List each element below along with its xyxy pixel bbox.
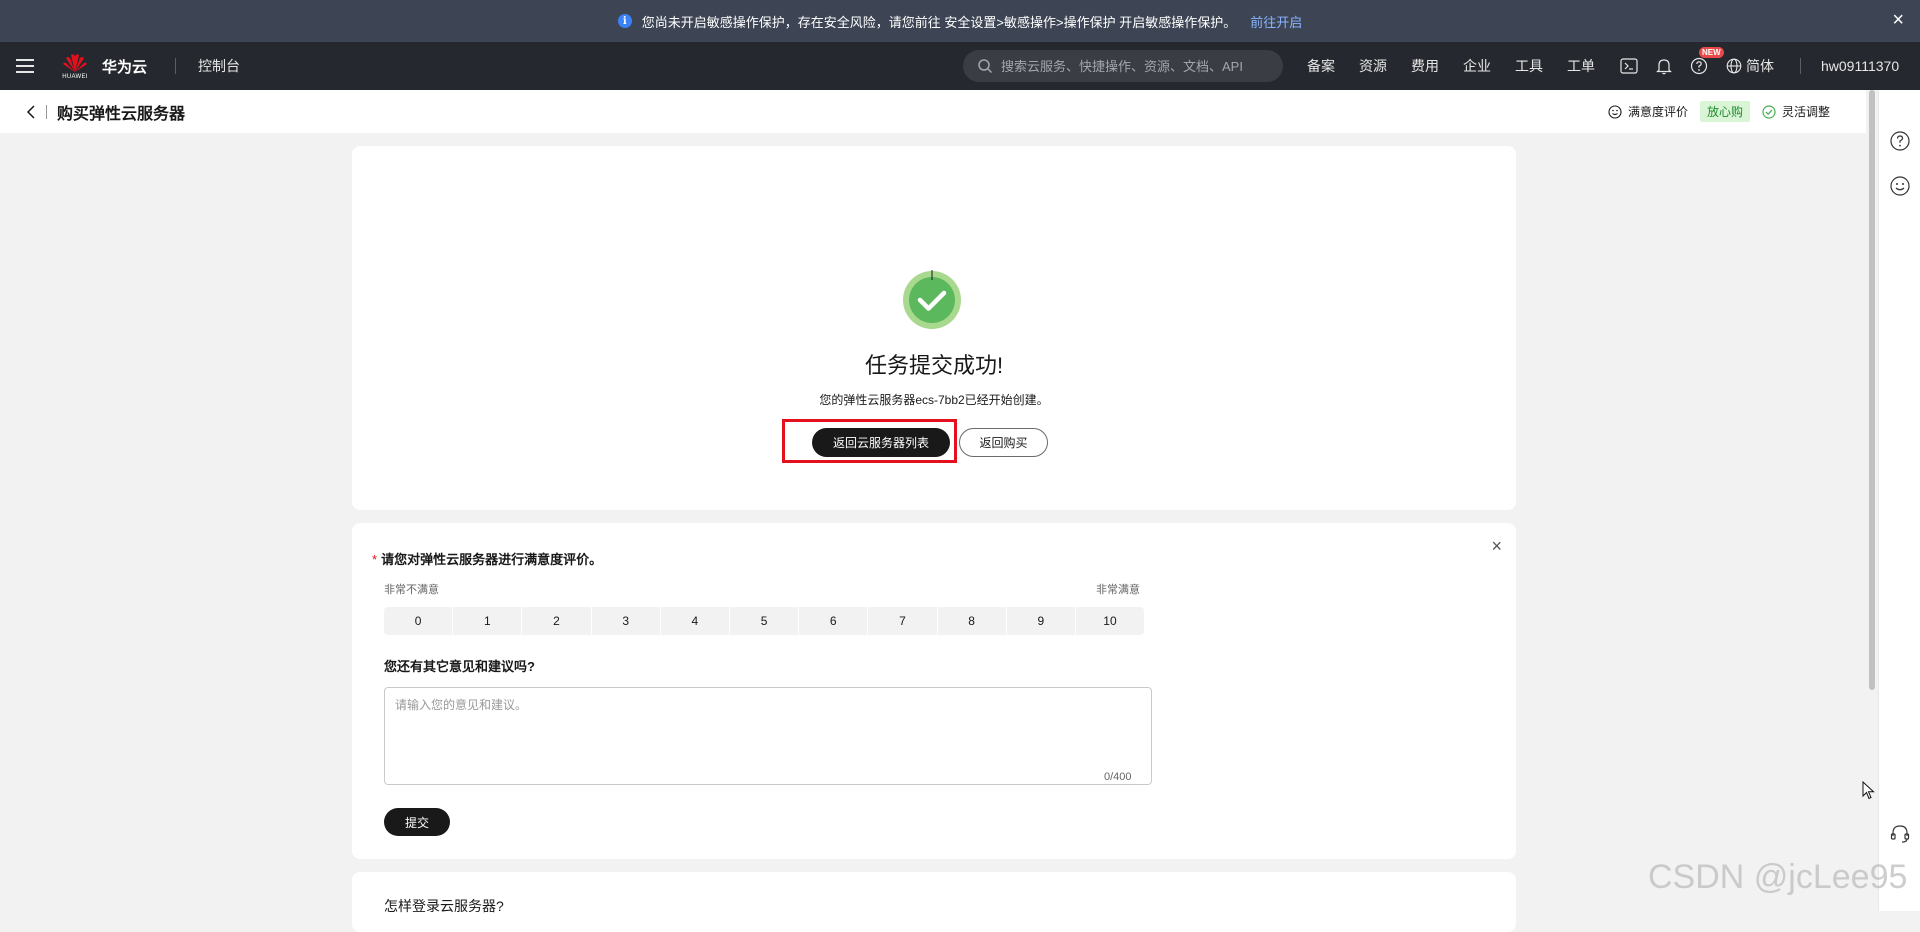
rating-option[interactable]: 1 xyxy=(453,607,522,635)
login-help-card: 怎样登录云服务器? xyxy=(352,872,1516,932)
success-check-icon xyxy=(903,270,961,329)
menu-icon[interactable] xyxy=(16,55,34,77)
success-description: 您的弹性云服务器ecs-7bb2已经开始创建。 xyxy=(819,393,1049,407)
huawei-flower-icon xyxy=(63,53,87,72)
logo-text: HUAWEI xyxy=(62,73,88,80)
required-mark: * xyxy=(372,552,378,567)
language-switch[interactable]: 简体 xyxy=(1726,56,1774,76)
search-icon xyxy=(978,59,993,74)
success-card: 任务提交成功! 您的弹性云服务器ecs-7bb2已经开始创建。 返回云服务器列表… xyxy=(352,146,1516,510)
top-navigation: HUAWEI 华为云 控制台 备案 资源 费用 企业 工具 工单 NEW 简体 xyxy=(0,42,1920,90)
nav-item-beian[interactable]: 备案 xyxy=(1307,56,1335,76)
nav-divider xyxy=(175,58,177,74)
smiley-icon xyxy=(1608,104,1622,119)
satisfaction-survey-card: × * 请您对弹性云服务器进行满意度评价。 非常不满意 非常满意 0 1 2 3 … xyxy=(352,523,1516,859)
success-title: 任务提交成功! xyxy=(864,353,1004,378)
rating-question: * 请您对弹性云服务器进行满意度评价。 xyxy=(372,549,602,568)
search-input[interactable] xyxy=(999,57,1283,75)
brand-name[interactable]: 华为云 xyxy=(102,56,147,77)
rating-option[interactable]: 6 xyxy=(799,607,868,635)
nav-item-billing[interactable]: 费用 xyxy=(1411,56,1439,76)
scale-high-label: 非常满意 xyxy=(1096,584,1140,596)
huawei-logo[interactable]: HUAWEI xyxy=(62,53,88,80)
page-header: 购买弹性云服务器 满意度评价 放心购 灵活调整 xyxy=(0,90,1866,133)
chevron-left-icon xyxy=(26,104,35,119)
char-counter: 0/400 xyxy=(1104,771,1132,783)
rating-option[interactable]: 4 xyxy=(660,607,729,635)
rating-question-text: 请您对弹性云服务器进行满意度评价。 xyxy=(381,552,603,567)
feedback-smiley-icon[interactable] xyxy=(1889,175,1911,202)
login-help-title[interactable]: 怎样登录云服务器? xyxy=(384,896,504,916)
rating-option[interactable]: 5 xyxy=(729,607,799,635)
feedback-question: 您还有其它意见和建议吗? xyxy=(384,659,535,674)
info-icon: i xyxy=(617,14,632,28)
user-account[interactable]: hw09111370 xyxy=(1821,58,1899,74)
globe-icon xyxy=(1726,58,1742,74)
mouse-cursor-icon xyxy=(1862,781,1875,800)
header-divider xyxy=(46,104,47,119)
console-link[interactable]: 控制台 xyxy=(198,56,240,76)
language-label: 简体 xyxy=(1746,58,1774,74)
nav-divider xyxy=(1800,58,1801,74)
back-to-server-list-button[interactable]: 返回云服务器列表 xyxy=(812,428,950,457)
help-icon[interactable]: NEW xyxy=(1690,47,1724,75)
header-actions: 满意度评价 放心购 灵活调整 xyxy=(1596,90,1830,133)
feedback-textarea[interactable] xyxy=(384,687,1152,785)
notice-text: 您尚未开启敏感操作保护，存在安全风险，请您前往 安全设置>敏感操作>操作保护 开… xyxy=(641,14,1237,30)
nav-item-tickets[interactable]: 工单 xyxy=(1567,56,1595,76)
watermark: CSDN @jcLee95 xyxy=(1648,858,1908,896)
submit-button[interactable]: 提交 xyxy=(384,808,450,836)
new-badge: NEW xyxy=(1699,47,1724,58)
scrollbar-thumb[interactable] xyxy=(1869,90,1875,690)
rating-scale: 0 1 2 3 4 5 6 7 8 9 10 xyxy=(384,607,1145,635)
rating-option[interactable]: 8 xyxy=(937,607,1006,635)
back-to-purchase-button[interactable]: 返回购买 xyxy=(959,428,1048,457)
right-tool-rail xyxy=(1878,90,1920,911)
flexible-adjust-link[interactable]: 灵活调整 xyxy=(1762,103,1830,120)
cloud-shell-icon[interactable] xyxy=(1620,58,1638,74)
notice-enable-link[interactable]: 前往开启 xyxy=(1250,12,1302,31)
nav-menu: 备案 资源 费用 企业 工具 工单 xyxy=(1307,42,1619,90)
rating-option[interactable]: 0 xyxy=(384,607,453,635)
rating-option[interactable]: 9 xyxy=(1006,607,1075,635)
nav-icons: NEW 简体 hw09111370 xyxy=(1620,42,1899,90)
rating-option[interactable]: 10 xyxy=(1075,607,1145,635)
rating-option[interactable]: 3 xyxy=(591,607,660,635)
rating-option[interactable]: 2 xyxy=(522,607,591,635)
satisfaction-link[interactable]: 满意度评价 xyxy=(1608,103,1688,120)
scale-low-label: 非常不满意 xyxy=(384,584,439,596)
close-icon[interactable]: × xyxy=(1892,9,1904,31)
back-button[interactable] xyxy=(26,104,36,119)
nav-item-resources[interactable]: 资源 xyxy=(1359,56,1387,76)
security-notice-bar: i 您尚未开启敏感操作保护，存在安全风险，请您前往 安全设置>敏感操作>操作保护… xyxy=(0,0,1920,42)
check-circle-icon xyxy=(1762,104,1776,119)
nav-item-tools[interactable]: 工具 xyxy=(1515,56,1543,76)
satisfaction-label: 满意度评价 xyxy=(1627,105,1688,119)
nav-item-enterprise[interactable]: 企业 xyxy=(1463,56,1491,76)
page-title: 购买弹性云服务器 xyxy=(57,105,186,123)
flexible-adjust-label: 灵活调整 xyxy=(1781,105,1830,119)
rating-option[interactable]: 7 xyxy=(868,607,937,635)
question-icon[interactable] xyxy=(1889,130,1911,157)
global-search[interactable] xyxy=(963,50,1283,82)
close-icon[interactable]: × xyxy=(1491,537,1502,555)
customer-service-icon[interactable] xyxy=(1889,823,1911,850)
assurance-badge: 放心购 xyxy=(1699,101,1750,122)
bell-icon[interactable] xyxy=(1656,57,1672,75)
